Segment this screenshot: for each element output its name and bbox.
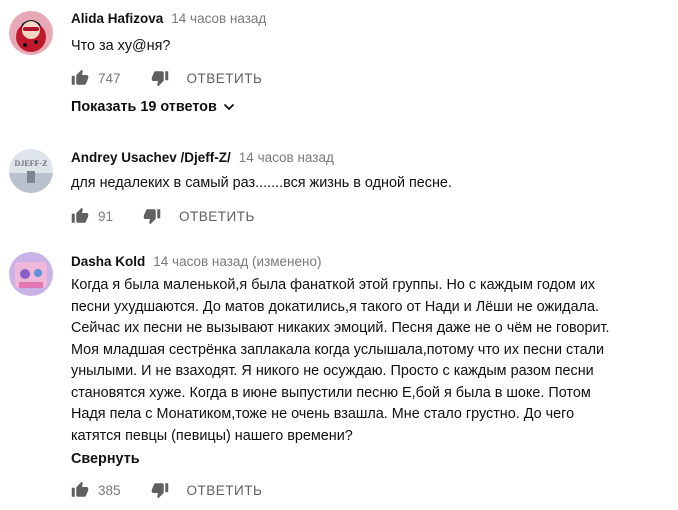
timestamp[interactable]: 14 часов назад (изменено) (153, 254, 321, 269)
avatar[interactable]: DJEFF-Z (9, 149, 53, 193)
chevron-down-icon (223, 103, 234, 111)
comment-text-line: Что за ху@ня? (71, 38, 171, 54)
comment-actions: 747 ОТВЕТИТЬ (71, 68, 262, 88)
comment-text-line: Моя младшая сестрёнка заплакала когда ус… (71, 341, 605, 358)
comment-text: Когда я была маленькой,я была фанаткой э… (71, 275, 671, 447)
avatar-image: DJEFF-Z (9, 149, 53, 193)
reply-button[interactable]: ОТВЕТИТЬ (187, 483, 263, 498)
thumbs-up-icon[interactable] (71, 481, 89, 499)
thumbs-down-icon[interactable] (151, 481, 169, 499)
comment-header: Alida Hafizova 14 часов назад (71, 11, 266, 26)
thumbs-down-icon[interactable] (151, 69, 169, 87)
comment-actions: 385 ОТВЕТИТЬ (71, 480, 262, 500)
comment-text-line: Надя пела с Монатиком,тоже не очень взаш… (71, 406, 575, 422)
reply-button[interactable]: ОТВЕТИТЬ (179, 209, 255, 224)
thumbs-up-icon[interactable] (71, 69, 89, 87)
comment-header: Andrey Usachev /Djeff-Z/14 часов назад (71, 150, 334, 165)
show-replies-button[interactable]: Показать 19 ответов (71, 99, 235, 115)
avatar-image (9, 252, 53, 296)
timestamp[interactable]: 14 часов назад (171, 11, 266, 26)
collapse-button[interactable]: Свернуть (71, 451, 140, 467)
thumbs-down-icon[interactable] (143, 207, 161, 225)
avatar[interactable] (9, 252, 53, 296)
comment-actions: 91 ОТВЕТИТЬ (71, 206, 255, 226)
avatar-image (9, 11, 53, 55)
comment-text-line: для недалеких в самый раз.......вся жизн… (71, 175, 452, 191)
author-name[interactable]: Dasha Kold (71, 254, 145, 269)
reply-button[interactable]: ОТВЕТИТЬ (187, 71, 263, 86)
avatar-text: DJEFF-Z (15, 159, 48, 168)
comment-text-line: становятся хуже. Когда в июне выпустили … (71, 384, 591, 401)
author-name[interactable]: Andrey Usachev /Djeff-Z/ (71, 150, 231, 165)
like-count: 91 (98, 208, 114, 224)
comment-text-line: песни ухудшаются. До матов докатились,я … (71, 298, 599, 315)
like-count: 385 (98, 482, 121, 498)
comment-text-line: катятся певцы (певицы) нашего времени? (71, 427, 353, 444)
thumbs-up-icon[interactable] (71, 207, 89, 225)
timestamp[interactable]: 14 часов назад (239, 150, 334, 165)
show-replies-label: Показать 19 ответов (71, 99, 217, 115)
collapse-label: Свернуть (71, 451, 140, 467)
comment-text-line: Когда я была маленькой,я была фанаткой э… (71, 277, 596, 293)
like-count: 747 (98, 70, 121, 86)
comment-text: для недалеких в самый раз.......вся жизн… (71, 173, 671, 195)
author-name[interactable]: Alida Hafizova (71, 11, 163, 26)
comment-header: Dasha Kold 14 часов назад (изменено) (71, 254, 321, 269)
comment-text-line: Сейчас их песни не вызывают никаких эмоц… (71, 320, 610, 336)
comment-text: Что за ху@ня? (71, 36, 671, 58)
comment-text-line: унылыми. И не взаходят. Я никого не осуж… (71, 363, 594, 379)
avatar[interactable] (9, 11, 53, 55)
